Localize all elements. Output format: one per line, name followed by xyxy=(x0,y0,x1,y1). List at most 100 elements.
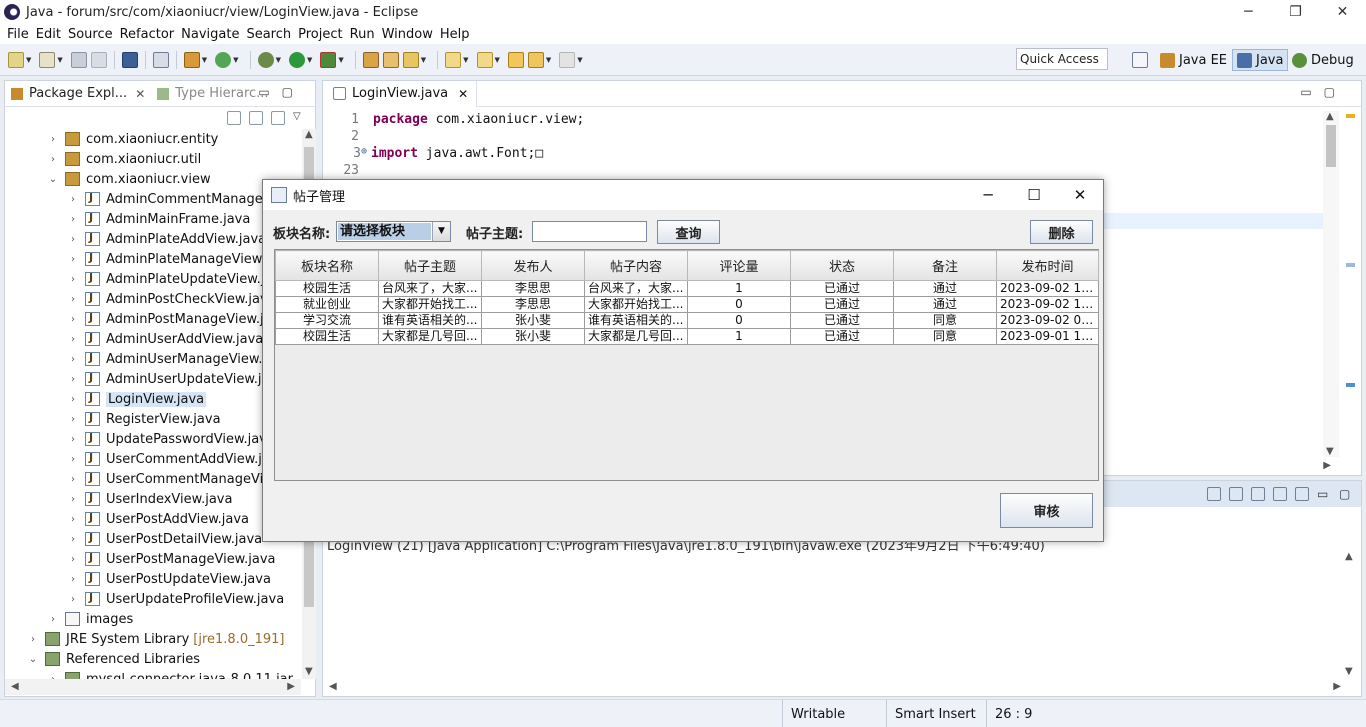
tree-item[interactable]: › images xyxy=(47,609,133,629)
table-cell[interactable]: 李思思 xyxy=(481,296,585,313)
tree-item[interactable]: › AdminUserUpdateView.java xyxy=(67,369,285,389)
menu-search[interactable]: Search xyxy=(246,27,291,42)
collapsed-chevron-icon[interactable]: › xyxy=(67,574,79,585)
tree-item[interactable]: › AdminUserAddView.java xyxy=(67,329,263,349)
collapsed-chevron-icon[interactable]: › xyxy=(67,294,79,305)
collapse-all-icon[interactable] xyxy=(227,111,241,125)
menu-run[interactable]: Run xyxy=(350,27,375,42)
tree-item[interactable]: › AdminPlateUpdateView.java xyxy=(67,269,288,289)
collapsed-chevron-icon[interactable]: › xyxy=(67,214,79,225)
tree-item[interactable]: › UserUpdateProfileView.java xyxy=(67,589,284,609)
quick-access-input[interactable]: Quick Access xyxy=(1016,48,1108,70)
column-header[interactable]: 评论量 xyxy=(687,250,791,281)
open-folder-icon[interactable] xyxy=(382,51,399,68)
last-edit-icon[interactable] xyxy=(507,51,524,68)
collapsed-chevron-icon[interactable]: › xyxy=(67,194,79,205)
collapsed-chevron-icon[interactable]: › xyxy=(67,354,79,365)
table-cell[interactable]: 谁有英语相关的... xyxy=(584,312,688,329)
tree-item[interactable]: › mysql-connector-java-8.0.11.jar xyxy=(47,669,293,679)
view-menu-icon[interactable]: ▽ xyxy=(293,111,307,125)
column-header[interactable]: 发布时间 xyxy=(996,250,1099,281)
code-line[interactable]: 23 xyxy=(323,163,373,180)
topic-input[interactable] xyxy=(532,221,647,242)
chevron-down-icon[interactable]: ▼ xyxy=(432,222,450,241)
skip-breakpoints-icon[interactable] xyxy=(152,51,169,68)
maximize-view-icon[interactable]: ▢ xyxy=(282,85,305,99)
table-cell[interactable]: 2023-09-02 17:... xyxy=(996,296,1099,313)
refresh-dropdown-icon[interactable]: ▼ xyxy=(233,56,238,64)
table-cell[interactable]: 已通过 xyxy=(790,280,894,297)
scroll-down-icon[interactable]: ▼ xyxy=(1326,446,1334,457)
close-tab-icon[interactable]: ✕ xyxy=(135,87,145,101)
next-annotation-dropdown-icon[interactable]: ▼ xyxy=(463,56,468,64)
tree-item[interactable]: › UserPostAddView.java xyxy=(67,509,249,529)
table-cell[interactable]: 通过 xyxy=(893,280,997,297)
delete-button[interactable]: 删除 xyxy=(1030,220,1093,244)
collapsed-chevron-icon[interactable]: › xyxy=(67,434,79,445)
review-button[interactable]: 审核 xyxy=(1000,493,1093,528)
table-cell[interactable]: 1 xyxy=(687,328,791,345)
plate-select[interactable]: 请选择板块 ▼ xyxy=(336,221,451,242)
menu-file[interactable]: File xyxy=(7,27,29,42)
column-header[interactable]: 状态 xyxy=(790,250,894,281)
warning-marker[interactable] xyxy=(1346,114,1355,118)
table-cell[interactable]: 2023-09-01 16:... xyxy=(996,328,1099,345)
menu-project[interactable]: Project xyxy=(298,27,342,42)
tree-item[interactable]: › UserPostManageView.java xyxy=(67,549,276,569)
minimize-view-icon[interactable]: ▭ xyxy=(258,85,281,99)
menu-help[interactable]: Help xyxy=(440,27,470,42)
table-cell[interactable]: 谁有英语相关的... xyxy=(378,312,482,329)
scroll-left-icon[interactable]: ◀ xyxy=(11,681,19,692)
forward-icon[interactable] xyxy=(559,51,576,68)
scroll-up-icon[interactable]: ▲ xyxy=(305,129,313,140)
tree-item[interactable]: › com.xiaoniucr.util xyxy=(47,149,201,169)
console-view-icon[interactable] xyxy=(121,51,138,68)
table-cell[interactable]: 张小斐 xyxy=(481,312,585,329)
tree-item[interactable]: › UserPostUpdateView.java xyxy=(67,569,271,589)
close-button[interactable]: ✕ xyxy=(1319,0,1366,24)
code-line[interactable]: 1 package com.xiaoniucr.view; xyxy=(323,112,584,129)
collapsed-chevron-icon[interactable]: › xyxy=(67,474,79,485)
search-tool-icon[interactable] xyxy=(402,51,419,68)
table-cell[interactable]: 已通过 xyxy=(790,296,894,313)
display-console-icon[interactable] xyxy=(1273,487,1287,501)
collapsed-chevron-icon[interactable]: › xyxy=(67,234,79,245)
scroll-up-icon[interactable]: ▲ xyxy=(1345,551,1353,562)
perspective-java[interactable]: Java xyxy=(1232,49,1289,71)
close-tab-icon[interactable]: ✕ xyxy=(458,87,468,101)
tree-item[interactable]: › AdminPlateAddView.java xyxy=(67,229,266,249)
collapsed-chevron-icon[interactable]: › xyxy=(47,154,59,165)
editor-vertical-scrollbar[interactable]: ▲ ▼ xyxy=(1323,111,1339,457)
table-cell[interactable]: 李思思 xyxy=(481,280,585,297)
open-type-icon[interactable] xyxy=(362,51,379,68)
collapsed-chevron-icon[interactable]: › xyxy=(47,134,59,145)
occurrence-marker[interactable] xyxy=(1346,383,1355,387)
link-with-editor-icon[interactable] xyxy=(249,111,263,125)
scroll-right-icon[interactable]: ▶ xyxy=(1333,681,1341,692)
open-perspective-icon[interactable] xyxy=(1132,52,1148,68)
collapsed-chevron-icon[interactable]: › xyxy=(27,634,39,645)
back-dropdown-icon[interactable]: ▼ xyxy=(546,56,551,64)
collapsed-chevron-icon[interactable]: › xyxy=(67,514,79,525)
new-file-icon[interactable] xyxy=(39,51,56,68)
new-icon[interactable] xyxy=(8,51,24,68)
scroll-left-icon[interactable]: ◀ xyxy=(329,681,337,692)
run-icon[interactable] xyxy=(288,51,305,68)
table-cell[interactable]: 同意 xyxy=(893,328,997,345)
column-header[interactable]: 帖子内容 xyxy=(584,250,688,281)
pin-console-icon[interactable] xyxy=(1251,487,1265,501)
collapsed-chevron-icon[interactable]: › xyxy=(47,614,59,625)
collapsed-chevron-icon[interactable]: › xyxy=(67,594,79,605)
tab-package-explorer[interactable]: Package Expl... ✕ xyxy=(5,81,151,107)
collapsed-chevron-icon[interactable]: › xyxy=(67,254,79,265)
dialog-maximize-button[interactable]: ☐ xyxy=(1011,180,1057,210)
table-cell[interactable]: 2023-09-02 17:... xyxy=(996,280,1099,297)
tree-item[interactable]: ⌄ Referenced Libraries xyxy=(27,649,200,669)
table-cell[interactable]: 台风来了，大家... xyxy=(584,280,688,297)
scroll-right-icon[interactable]: ▶ xyxy=(1323,460,1331,471)
table-cell[interactable]: 大家都是几号回... xyxy=(378,328,482,345)
console-vertical-scrollbar[interactable]: ▲ ▼ xyxy=(1343,551,1357,677)
scroll-right-icon[interactable]: ▶ xyxy=(287,681,295,692)
code-line[interactable]: 3 ⊕ import java.awt.Font;□ xyxy=(323,146,543,163)
collapsed-chevron-icon[interactable]: › xyxy=(67,394,79,405)
